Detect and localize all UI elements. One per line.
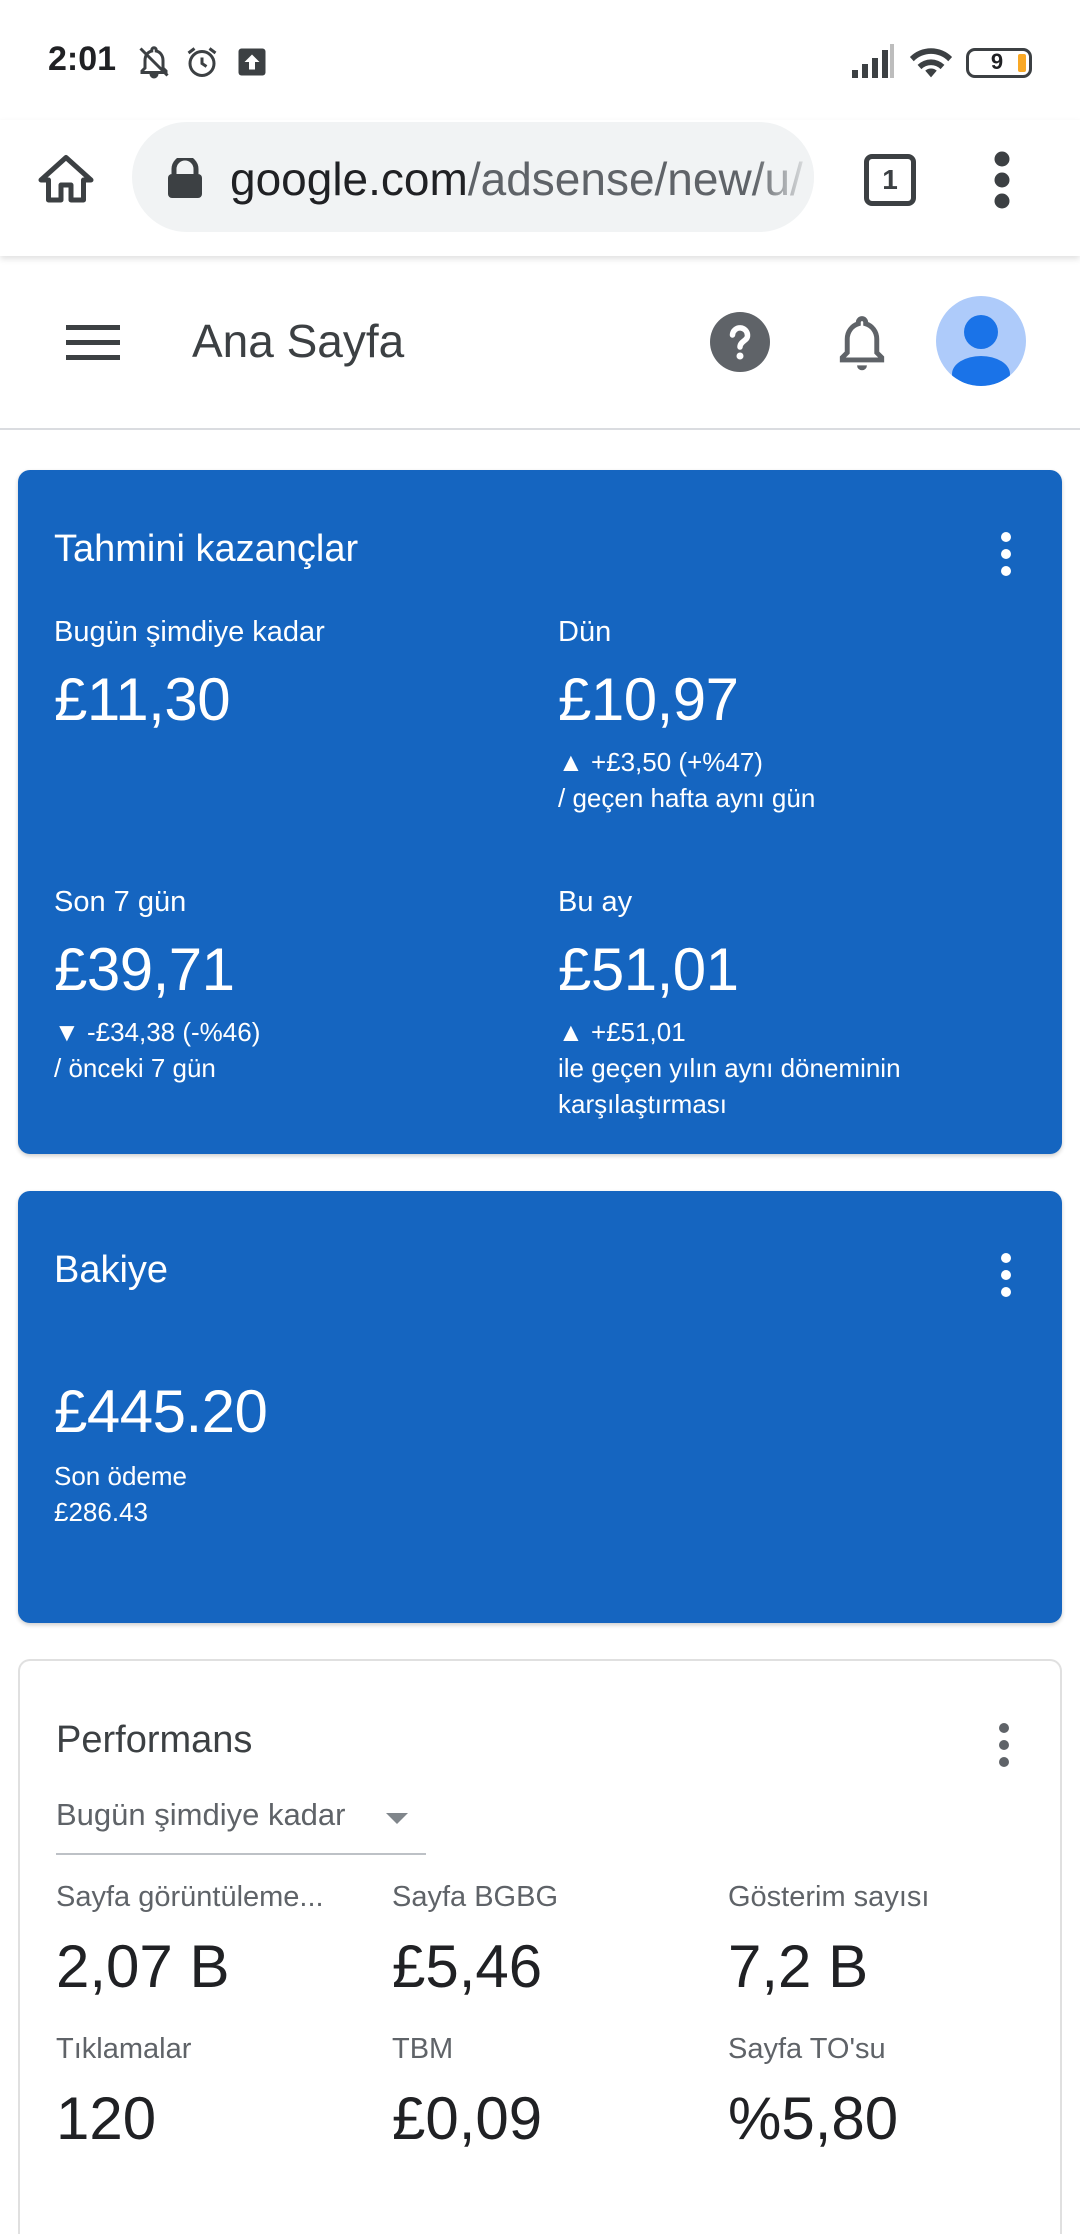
metric-yesterday-change: ▲ +£3,50 (+%47) xyxy=(558,747,763,777)
alarm-icon xyxy=(187,47,217,77)
tab-switcher-button[interactable]: 1 xyxy=(864,154,916,206)
perf-label: Tıklamalar xyxy=(56,2033,192,2065)
battery-level: 9 xyxy=(990,49,1004,74)
help-icon[interactable] xyxy=(710,312,770,372)
signal-icon xyxy=(852,44,894,78)
earnings-card: Tahmini kazançlar Bugün şimdiye kadar £1… xyxy=(18,470,1062,1154)
perf-value: 7,2 B xyxy=(728,1933,869,2000)
metric-last7: Son 7 gün £39,71 ▼ -£34,38 (-%46) / önce… xyxy=(54,886,260,1086)
dropdown-caret-icon xyxy=(386,1813,408,1824)
page-title: Ana Sayfa xyxy=(192,315,405,367)
wifi-icon xyxy=(909,48,953,78)
browser-menu-icon[interactable] xyxy=(984,150,1020,210)
perf-label: TBM xyxy=(392,2033,454,2065)
metric-last7-label: Son 7 gün xyxy=(54,886,187,918)
status-bar: 2:01 9 xyxy=(0,0,1080,120)
url-fade xyxy=(754,122,814,232)
url-host: google.com xyxy=(230,153,468,205)
menu-icon[interactable] xyxy=(66,322,120,362)
perf-value: 2,07 B xyxy=(56,1933,230,2000)
performance-card: Performans Bugün şimdiye kadar Sayfa gör… xyxy=(18,1659,1062,2234)
period-dropdown-value: Bugün şimdiye kadar xyxy=(56,1797,346,1832)
balance-amount-block: £445.20 Son ödeme £286.43 xyxy=(54,1377,268,1530)
earnings-more-icon[interactable] xyxy=(1000,532,1012,576)
perf-ctr: Sayfa TO'su %5,80 xyxy=(728,2033,898,2153)
url-path: /adsense/new/u/ xyxy=(467,153,803,205)
balance-card: Bakiye £445.20 Son ödeme £286.43 xyxy=(18,1191,1062,1623)
perf-value: %5,80 xyxy=(728,2085,899,2152)
metric-month-note-1: ile geçen yılın aynı döneminin xyxy=(558,1053,901,1083)
home-icon[interactable] xyxy=(36,150,96,210)
perf-cpc: TBM £0,09 xyxy=(392,2033,542,2153)
metric-month-note-2: karşılaştırması xyxy=(558,1089,728,1119)
metric-month-value: £51,01 xyxy=(558,936,739,1003)
perf-value: £0,09 xyxy=(392,2085,543,2152)
app-header: Ana Sayfa xyxy=(0,256,1080,430)
metric-yesterday-label: Dün xyxy=(558,616,612,648)
balance-value: £445.20 xyxy=(54,1378,268,1445)
metric-last7-change: ▼ -£34,38 (-%46) xyxy=(54,1017,261,1047)
perf-value: £5,46 xyxy=(392,1933,543,2000)
metric-month-label: Bu ay xyxy=(558,886,633,918)
address-bar[interactable]: google.com/adsense/new/u/ xyxy=(132,122,814,232)
balance-title: Bakiye xyxy=(54,1249,169,1291)
metric-yesterday: Dün £10,97 ▲ +£3,50 (+%47) / geçen hafta… xyxy=(558,616,815,816)
perf-impressions: Gösterim sayısı 7,2 B xyxy=(728,1881,929,2001)
bell-off-icon xyxy=(139,46,169,79)
balance-more-icon[interactable] xyxy=(1000,1253,1012,1297)
metric-yesterday-note: / geçen hafta aynı gün xyxy=(558,783,816,813)
status-time: 2:01 xyxy=(48,40,117,78)
lock-icon xyxy=(168,158,202,198)
browser-toolbar: google.com/adsense/new/u/ 1 xyxy=(0,120,1080,256)
metric-last7-note: / önceki 7 gün xyxy=(54,1053,216,1083)
url-text: google.com/adsense/new/u/ xyxy=(230,152,803,206)
perf-page-views: Sayfa görüntüleme... 2,07 B xyxy=(56,1881,324,2001)
metric-today-label: Bugün şimdiye kadar xyxy=(54,616,325,648)
perf-value: 120 xyxy=(56,2085,157,2152)
perf-page-rpm: Sayfa BGBG £5,46 xyxy=(392,1881,558,2001)
notifications-icon[interactable] xyxy=(832,310,892,374)
period-dropdown[interactable]: Bugün şimdiye kadar xyxy=(56,1797,426,1855)
last-payment-label: Son ödeme xyxy=(54,1461,187,1491)
perf-label: Sayfa BGBG xyxy=(392,1881,559,1913)
metric-yesterday-value: £10,97 xyxy=(558,666,739,733)
metric-this-month: Bu ay £51,01 ▲ +£51,01 ile geçen yılın a… xyxy=(558,886,901,1122)
metric-last7-value: £39,71 xyxy=(54,936,235,1003)
metric-month-change: ▲ +£51,01 xyxy=(558,1017,686,1047)
perf-label: Sayfa TO'su xyxy=(728,2033,886,2065)
upload-icon xyxy=(238,48,266,76)
perf-clicks: Tıklamalar 120 xyxy=(56,2033,191,2153)
performance-more-icon[interactable] xyxy=(998,1723,1010,1767)
metric-today: Bugün şimdiye kadar £11,30 xyxy=(54,616,325,734)
metric-today-value: £11,30 xyxy=(54,666,231,733)
last-payment-value: £286.43 xyxy=(54,1497,148,1527)
performance-title: Performans xyxy=(56,1719,253,1761)
avatar[interactable] xyxy=(936,296,1026,386)
perf-label: Gösterim sayısı xyxy=(728,1881,930,1913)
account-icon xyxy=(952,315,1010,386)
battery-icon: 9 xyxy=(966,48,1032,78)
earnings-title: Tahmini kazançlar xyxy=(54,528,359,570)
perf-label: Sayfa görüntüleme... xyxy=(56,1881,324,1913)
